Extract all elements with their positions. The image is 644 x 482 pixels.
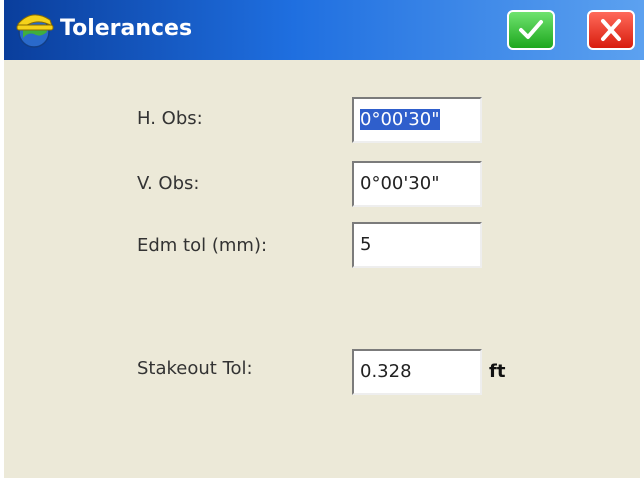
stakeout-tol-field[interactable]: 0.328 (352, 349, 482, 395)
stakeout-tol-label: Stakeout Tol: (137, 358, 253, 379)
v-obs-value: 0°00'30" (360, 173, 440, 194)
edm-tol-value: 5 (360, 234, 372, 255)
stakeout-tol-unit: ft (489, 361, 506, 382)
title-bar: Tolerances (4, 0, 644, 60)
v-obs-label: V. Obs: (137, 173, 200, 194)
v-obs-field[interactable]: 0°00'30" (352, 161, 482, 207)
h-obs-label: H. Obs: (137, 108, 203, 129)
dialog-window: Tolerances H. Obs: 0°00'30" V. Obs: 0°00… (0, 0, 644, 482)
h-obs-value: 0°00'30" (360, 109, 440, 130)
h-obs-field[interactable]: 0°00'30" (352, 97, 482, 143)
edm-tol-label: Edm tol (mm): (137, 235, 268, 256)
window-title: Tolerances (60, 16, 193, 41)
edm-tol-field[interactable]: 5 (352, 222, 482, 268)
cancel-button[interactable] (587, 10, 635, 50)
stakeout-tol-value: 0.328 (360, 361, 412, 382)
hard-hat-globe-icon (14, 10, 56, 50)
ok-button[interactable] (507, 10, 555, 50)
